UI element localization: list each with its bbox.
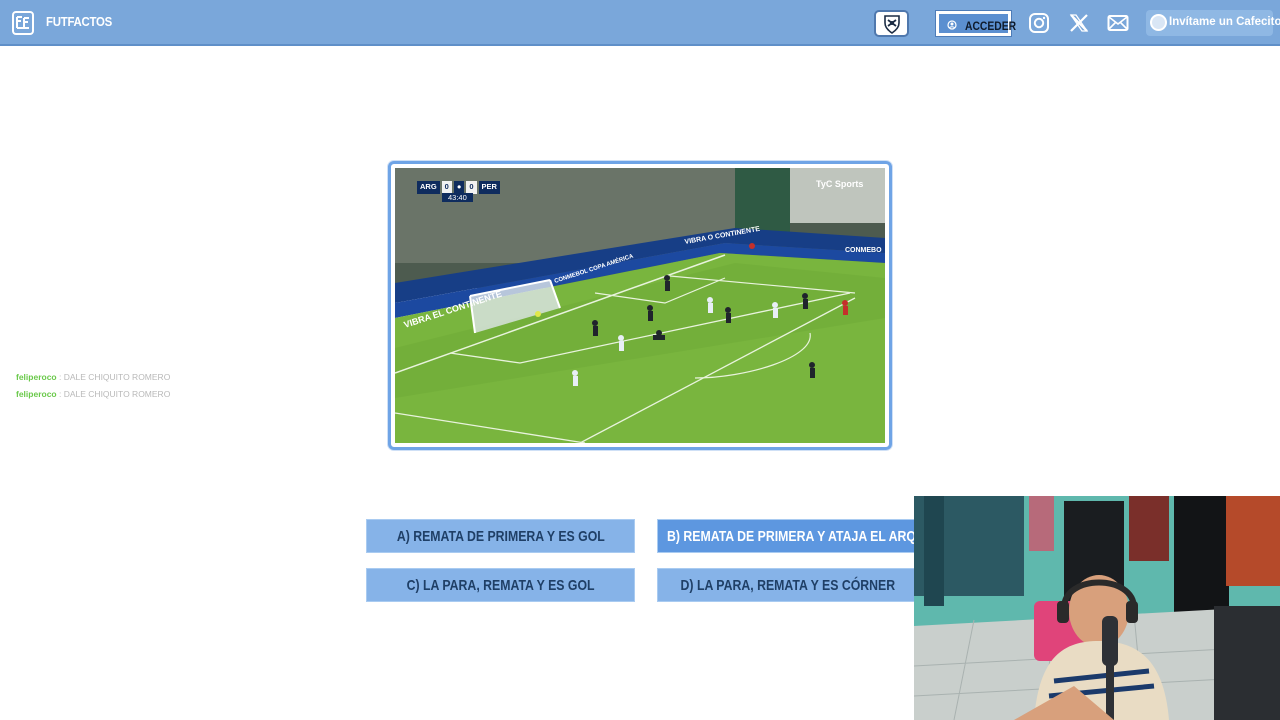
- option-b-button[interactable]: B) REMATA DE PRIMERA Y ATAJA EL ARQUERO: [657, 519, 919, 553]
- broadcaster-logo: TyC Sports: [816, 179, 864, 189]
- top-navbar: FUTFACTOS ACCEDER Invítame un Cafecito: [0, 0, 1280, 46]
- x-twitter-icon[interactable]: [1068, 12, 1090, 34]
- instagram-icon[interactable]: [1028, 12, 1050, 34]
- app-root: FUTFACTOS ACCEDER Invítame un Cafecito f…: [0, 0, 1280, 720]
- match-video[interactable]: VIBRA EL CONTINENTE CONMEBOL COPA AMÉRIC…: [395, 168, 885, 443]
- webcam-overlay: [914, 496, 1280, 720]
- chat-message: feliperoco : DALE CHIQUITO ROMERO: [16, 372, 170, 382]
- club-badge-button[interactable]: [874, 10, 909, 37]
- chat-username: feliperoco: [16, 372, 57, 382]
- chat-text: : DALE CHIQUITO ROMERO: [59, 372, 171, 382]
- futfactos-logo-icon[interactable]: [12, 11, 34, 35]
- match-clock: 43:40: [442, 193, 473, 202]
- chat-message: feliperoco : DALE CHIQUITO ROMERO: [16, 389, 170, 399]
- match-video-image: VIBRA EL CONTINENTE CONMEBOL COPA AMÉRIC…: [395, 168, 885, 443]
- video-frame: VIBRA EL CONTINENTE CONMEBOL COPA AMÉRIC…: [388, 161, 892, 450]
- option-c-button[interactable]: C) LA PARA, REMATA Y ES GOL: [366, 568, 635, 602]
- shield-icon: [884, 15, 900, 34]
- login-button[interactable]: ACCEDER: [935, 10, 1016, 37]
- mail-icon[interactable]: [1107, 12, 1129, 34]
- svg-text:CONMEBO: CONMEBO: [845, 247, 882, 254]
- home-team: ARG: [417, 181, 440, 194]
- away-team: PER: [478, 181, 500, 194]
- option-c-label: C) LA PARA, REMATA Y ES GOL: [406, 576, 595, 594]
- chat-username: feliperoco: [16, 389, 57, 399]
- option-d-button[interactable]: D) LA PARA, REMATA Y ES CÓRNER: [657, 568, 919, 602]
- buy-coffee-button[interactable]: Invítame un Cafecito: [1146, 10, 1280, 36]
- coffee-label: Invítame un Cafecito: [1169, 16, 1280, 28]
- brand-name[interactable]: FUTFACTOS: [46, 14, 112, 29]
- login-label: ACCEDER: [965, 19, 1017, 33]
- chat-text: : DALE CHIQUITO ROMERO: [59, 389, 171, 399]
- option-a-button[interactable]: A) REMATA DE PRIMERA Y ES GOL: [366, 519, 635, 553]
- user-icon: [947, 20, 957, 30]
- option-d-label: D) LA PARA, REMATA Y ES CÓRNER: [680, 576, 896, 594]
- coffee-icon: [1150, 14, 1167, 31]
- webcam-image: [914, 496, 1280, 720]
- option-a-label: A) REMATA DE PRIMERA Y ES GOL: [396, 527, 605, 545]
- option-b-label: B) REMATA DE PRIMERA Y ATAJA EL ARQUERO: [667, 527, 918, 545]
- login-button-inner: ACCEDER: [938, 13, 1016, 34]
